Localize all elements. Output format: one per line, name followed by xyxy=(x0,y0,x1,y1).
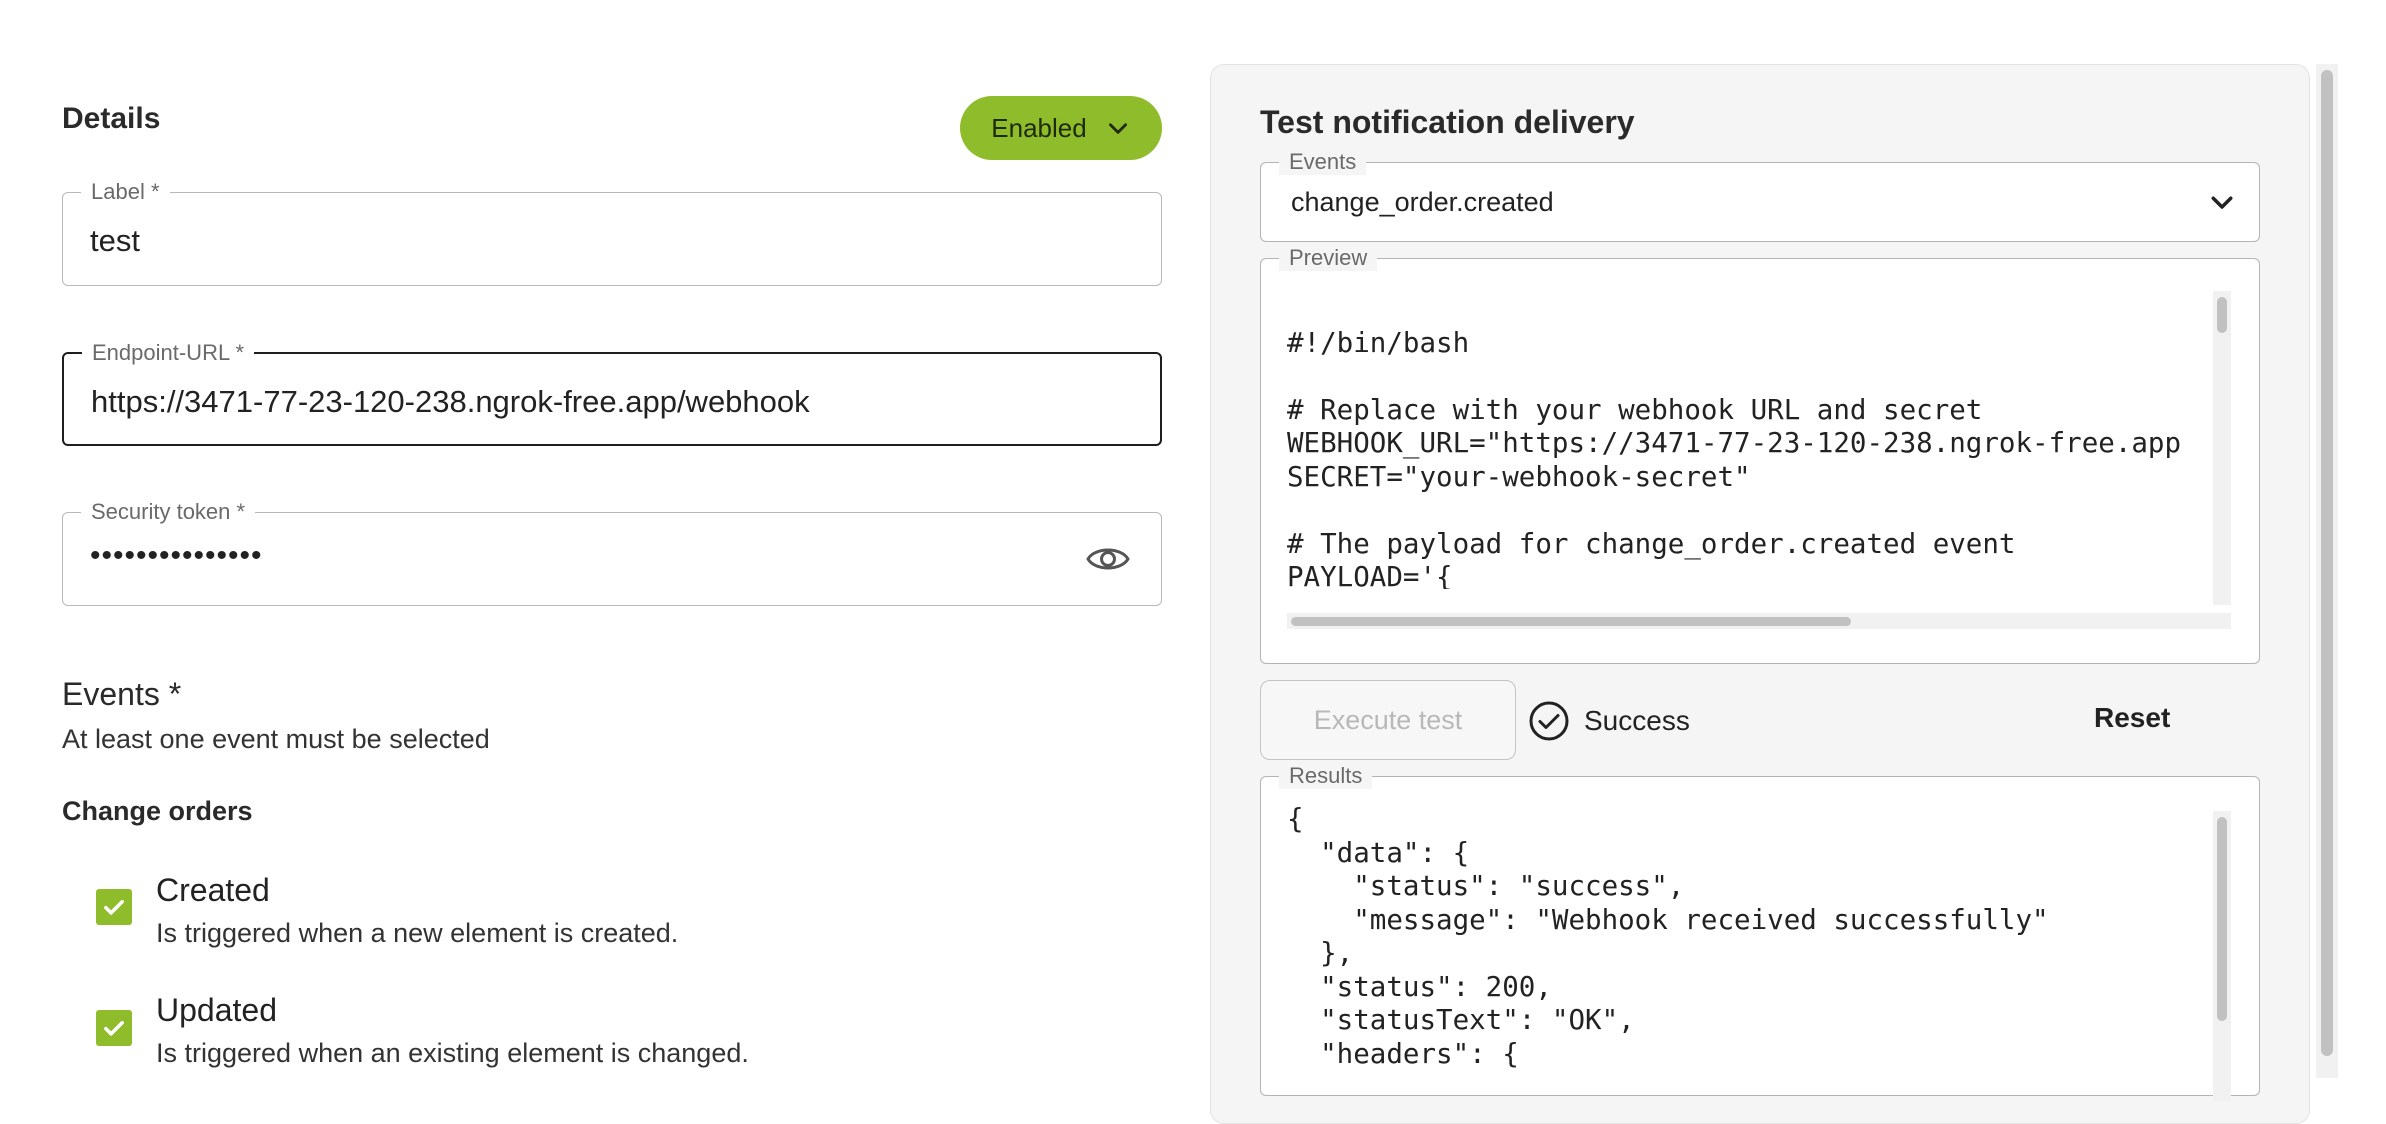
endpoint-url-input[interactable]: https://3471-77-23-120-238.ngrok-free.ap… xyxy=(91,384,810,420)
reset-button[interactable]: Reset xyxy=(2094,702,2170,734)
security-token-field[interactable]: Security token * ••••••••••••••• xyxy=(62,499,1162,606)
event-created-checkbox[interactable] xyxy=(96,889,132,925)
checkbox-checked[interactable] xyxy=(96,889,132,925)
results-code[interactable]: { "data": { "status": "success", "messag… xyxy=(1287,803,2217,1093)
chevron-down-icon xyxy=(1108,123,1127,134)
label-input[interactable]: test xyxy=(90,223,140,259)
preview-vertical-scroll-thumb[interactable] xyxy=(2217,297,2227,333)
page-scroll-thumb[interactable] xyxy=(2321,70,2333,1056)
events-select[interactable]: Events change_order.created xyxy=(1260,149,2260,242)
events-select-label: Events xyxy=(1279,149,1367,175)
results-vertical-scrollbar[interactable] xyxy=(2213,811,2231,1101)
endpoint-url-field[interactable]: Endpoint-URL * https://3471-77-23-120-23… xyxy=(62,340,1162,446)
results-vertical-scroll-thumb[interactable] xyxy=(2217,817,2227,1021)
change-orders-group-title: Change orders xyxy=(62,796,253,826)
check-icon xyxy=(104,900,124,915)
details-title: Details xyxy=(62,102,161,135)
checkbox-checked[interactable] xyxy=(96,1010,132,1046)
events-heading: Events * xyxy=(62,676,182,712)
check-circle-icon xyxy=(1529,701,1569,741)
status-label: Enabled xyxy=(991,112,1087,143)
eye-icon[interactable] xyxy=(1085,541,1131,577)
event-created-name: Created xyxy=(156,872,270,908)
event-updated-name: Updated xyxy=(156,992,277,1028)
preview-code[interactable]: #!/bin/bash # Replace with your webhook … xyxy=(1287,293,2217,590)
security-token-input[interactable]: ••••••••••••••• xyxy=(90,539,263,573)
success-label: Success xyxy=(1584,705,1690,736)
preview-box: Preview #!/bin/bash # Replace with your … xyxy=(1260,245,2260,664)
chevron-down-icon xyxy=(2211,196,2233,209)
success-status: Success xyxy=(1528,700,1690,742)
events-hint: At least one event must be selected xyxy=(62,724,490,754)
label-field-label: Label * xyxy=(81,179,170,205)
execute-test-button[interactable]: Execute test xyxy=(1260,680,1516,760)
results-label: Results xyxy=(1279,763,1373,789)
security-token-label: Security token * xyxy=(81,499,256,525)
preview-label: Preview xyxy=(1279,245,1378,271)
endpoint-url-label: Endpoint-URL * xyxy=(82,340,255,366)
event-updated-description: Is triggered when an existing element is… xyxy=(156,1038,749,1068)
preview-vertical-scrollbar[interactable] xyxy=(2213,291,2231,605)
results-box: Results { "data": { "status": "success",… xyxy=(1260,763,2260,1101)
status-dropdown[interactable]: Enabled xyxy=(960,96,1162,160)
events-select-value: change_order.created xyxy=(1291,187,1554,217)
preview-horizontal-scroll-thumb[interactable] xyxy=(1291,617,1851,626)
check-icon xyxy=(104,1021,124,1036)
event-created-description: Is triggered when a new element is creat… xyxy=(156,918,679,948)
test-delivery-title: Test notification delivery xyxy=(1260,104,1635,140)
event-updated-checkbox[interactable] xyxy=(96,1010,132,1046)
label-field[interactable]: Label * test xyxy=(62,179,1162,286)
preview-horizontal-scrollbar[interactable] xyxy=(1287,613,2231,629)
